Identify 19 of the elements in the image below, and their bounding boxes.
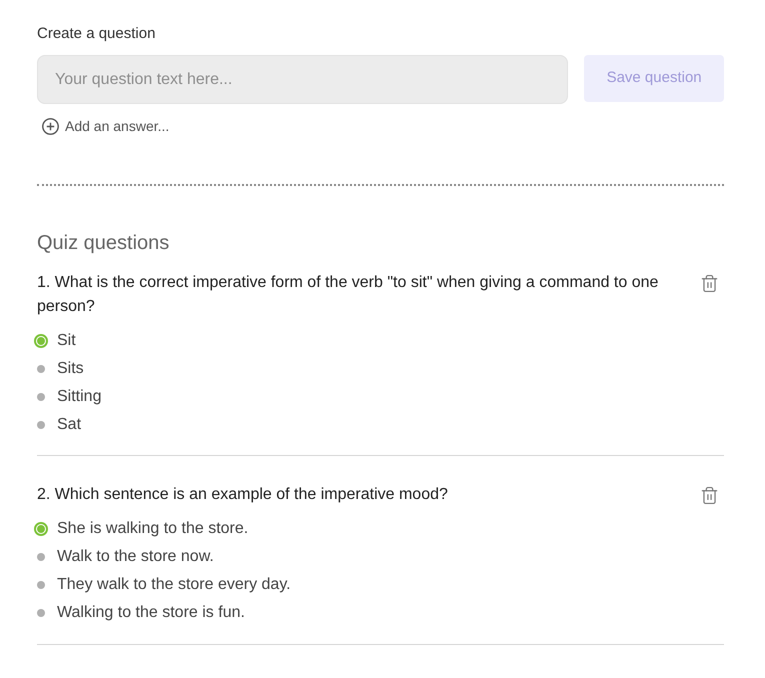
answer-text: They walk to the store every day. bbox=[57, 575, 291, 595]
answer-text: Sitting bbox=[57, 387, 102, 407]
question-text: 2. Which sentence is an example of the imperative mood? bbox=[37, 485, 448, 505]
question-text: 1. What is the correct imperative form of the verb "to sit" when giving a command to one person? bbox=[37, 273, 660, 317]
add-circle-icon bbox=[42, 118, 59, 134]
quiz-questions-heading: Quiz questions bbox=[37, 231, 170, 256]
trash-icon bbox=[700, 274, 718, 292]
delete-question-button[interactable] bbox=[699, 485, 719, 505]
answer-text: Walking to the store is fun. bbox=[57, 603, 245, 623]
delete-question-button[interactable] bbox=[699, 273, 719, 293]
question-text-field[interactable]: Your question text here... bbox=[37, 55, 568, 104]
create-question-label: Create a question bbox=[37, 24, 156, 44]
answer-text: Sit bbox=[57, 331, 76, 351]
add-answer-button[interactable]: Add an answer... bbox=[42, 117, 170, 135]
answer-text: Sits bbox=[57, 359, 84, 379]
answer-text: Sat bbox=[57, 415, 82, 435]
answer-text: She is walking to the store. bbox=[57, 519, 248, 539]
answer-text: Walk to the store now. bbox=[57, 547, 214, 567]
trash-icon bbox=[700, 486, 718, 504]
